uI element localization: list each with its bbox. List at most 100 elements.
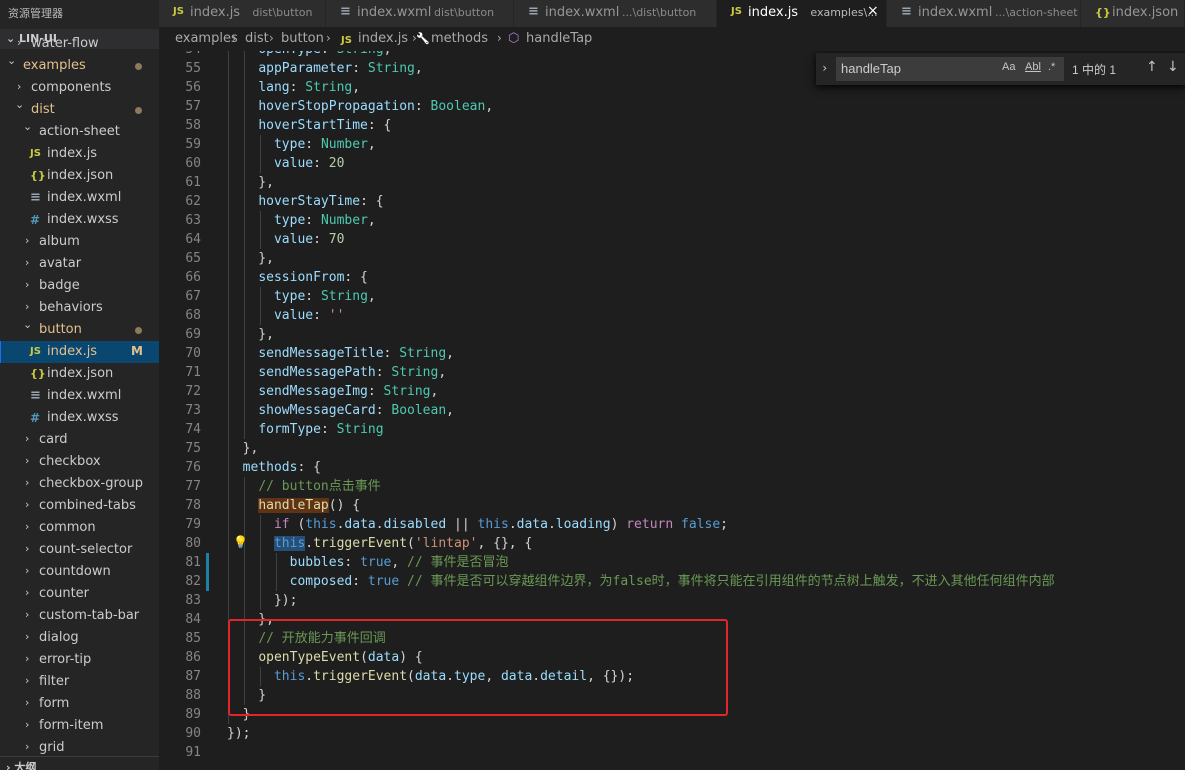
tree-item-dist[interactable]: ⌄ dist [0, 98, 159, 121]
chevron-right-icon: › [25, 564, 30, 577]
toggle-replace-icon[interactable]: › [821, 61, 828, 75]
code-editor[interactable]: 54 openType: String, 55 appParameter: Str… [159, 51, 1185, 770]
line-number: 75 [185, 441, 201, 456]
tab-index-js[interactable]: JS index.js dist\button [159, 0, 326, 27]
tree-item-error-tip[interactable]: › error-tip [0, 649, 159, 671]
tree-item-avatar[interactable]: › avatar [0, 253, 159, 275]
tree-item-index-wxss[interactable]: # index.wxss [0, 407, 159, 429]
tree-item-album[interactable]: › album [0, 231, 159, 253]
outline-header[interactable]: › 大纲 [0, 756, 159, 770]
tree-item-index-json[interactable]: {} index.json [0, 363, 159, 385]
tab-index-wxml[interactable]: ≡ index.wxml ...\action-sheet [887, 0, 1081, 27]
tree-item-action-sheet[interactable]: ⌄ action-sheet [0, 120, 159, 143]
tree-item-label: components [31, 80, 112, 95]
tab-index-wxml[interactable]: ≡ index.wxml dist\button [326, 0, 514, 27]
git-modified-dot [135, 63, 142, 70]
tab-description: ...\action-sheet [995, 6, 1078, 19]
close-tab-icon[interactable]: × [867, 3, 879, 19]
breadcrumb-item-index-js[interactable]: index.js [358, 31, 408, 47]
tree-item-checkbox[interactable]: › checkbox [0, 451, 159, 473]
tree-item-button[interactable]: ⌄ button [0, 318, 159, 341]
tree-item-index-json[interactable]: {} index.json [0, 165, 159, 187]
tree-item-label: combined-tabs [39, 498, 136, 513]
code-line: handleTap() { [258, 498, 361, 513]
match-whole-word-icon[interactable]: Abl [1025, 61, 1041, 73]
breadcrumb-item-methods[interactable]: methods [431, 31, 488, 47]
chevron-right-icon: › [25, 652, 30, 665]
tree-item-label: index.wxss [47, 212, 119, 227]
tree-item-badge[interactable]: › badge [0, 275, 159, 297]
tree-item-label: index.wxml [47, 190, 122, 205]
tree-item-dialog[interactable]: › dialog [0, 627, 159, 649]
tree-item-index-wxml[interactable]: ≡ index.wxml [0, 187, 159, 209]
chevron-right-icon: › [25, 432, 30, 445]
line-number: 59 [185, 137, 201, 152]
tree-item-label: grid [39, 740, 65, 755]
tree-item-filter[interactable]: › filter [0, 671, 159, 693]
indent-guide [260, 211, 261, 249]
tree-item-combined-tabs[interactable]: › combined-tabs [0, 495, 159, 517]
tree-item-common[interactable]: › common [0, 517, 159, 539]
breadcrumb-item-button[interactable]: button [281, 31, 324, 47]
match-case-icon[interactable]: Aa [1002, 61, 1015, 73]
previous-match-icon[interactable]: ↑ [1146, 59, 1158, 75]
breadcrumb-item-dist[interactable]: dist [245, 31, 269, 47]
line-number: 69 [185, 327, 201, 342]
tab-name: index.json [1112, 5, 1179, 20]
tree-item-label: custom-tab-bar [39, 608, 140, 623]
git-modified-dot [135, 107, 142, 114]
breadcrumb-item-handleTap[interactable]: handleTap [526, 31, 592, 47]
tree-item-label: button [39, 322, 82, 337]
line-number: 85 [185, 631, 201, 646]
tree-item-components[interactable]: › components [0, 77, 159, 99]
tree-item-count-selector[interactable]: › count-selector [0, 539, 159, 561]
tab-index-js[interactable]: JS index.js examples\... × [717, 0, 887, 27]
line-number: 63 [185, 213, 201, 228]
next-match-icon[interactable]: ↓ [1167, 59, 1179, 75]
wxml-file-icon: ≡ [528, 4, 539, 19]
code-line: lang: String, [258, 80, 361, 95]
tree-item-custom-tab-bar[interactable]: › custom-tab-bar [0, 605, 159, 627]
tree-item-behaviors[interactable]: › behaviors [0, 297, 159, 319]
tree-item-card[interactable]: › card [0, 429, 159, 451]
tree-item-index-js[interactable]: JS index.js M [0, 341, 159, 363]
line-number: 67 [185, 289, 201, 304]
tree-item-examples[interactable]: ⌄ examples [0, 54, 159, 77]
code-line: type: String, [273, 289, 376, 304]
git-modified-dot [135, 327, 142, 334]
tree-item-form-item[interactable]: › form-item [0, 715, 159, 737]
js-file-icon: JS [30, 346, 41, 357]
line-number: 78 [185, 498, 201, 513]
line-number: 66 [185, 270, 201, 285]
chevron-right-icon: › [497, 31, 502, 45]
line-number: 73 [185, 403, 201, 418]
tree-item-index-wxss[interactable]: # index.wxss [0, 209, 159, 231]
lightbulb-icon[interactable]: 💡 [233, 535, 248, 549]
tree-item-label: index.json [47, 366, 114, 381]
chevron-right-icon: › [17, 80, 22, 93]
tab-index-json[interactable]: {} index.json [1081, 0, 1185, 27]
use-regex-icon[interactable]: .* [1048, 61, 1055, 73]
wxss-file-icon: # [30, 411, 41, 425]
tree-item-checkbox-group[interactable]: › checkbox-group [0, 473, 159, 495]
code-line: }, [227, 327, 274, 342]
tree-item-label: behaviors [39, 300, 103, 315]
tree-item-label: index.json [47, 168, 114, 183]
tree-item-index-js[interactable]: JS index.js [0, 143, 159, 165]
tree-item-water-flow[interactable]: › water-flow [0, 33, 159, 55]
tree-item-counter[interactable]: › counter [0, 583, 159, 605]
indent-guide [260, 287, 261, 325]
breadcrumb-item-examples[interactable]: examples [175, 31, 238, 47]
tree-item-index-wxml[interactable]: ≡ index.wxml [0, 385, 159, 407]
line-number: 58 [185, 118, 201, 133]
tab-index-wxml[interactable]: ≡ index.wxml ...\dist\button [514, 0, 717, 27]
tree-item-form[interactable]: › form [0, 693, 159, 715]
tree-item-countdown[interactable]: › countdown [0, 561, 159, 583]
tree-item-label: form [39, 696, 70, 711]
code-line: formType: String [258, 422, 384, 437]
js-file-icon: JS [173, 6, 184, 17]
outline-label: 大纲 [14, 761, 37, 770]
code-line: hoverStartTime: { [258, 118, 392, 133]
line-number: 64 [185, 232, 201, 247]
code-line: type: Number, [273, 137, 376, 152]
